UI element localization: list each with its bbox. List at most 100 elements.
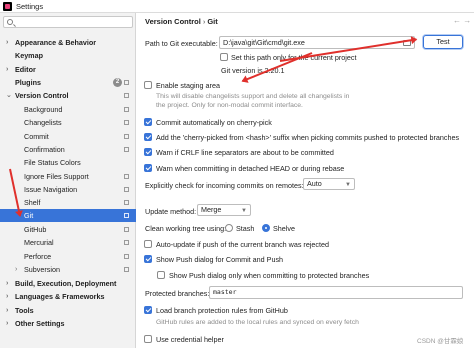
stash-radio[interactable] xyxy=(225,224,233,232)
load-rules-label: Load branch protection rules from GitHub xyxy=(156,306,288,315)
forward-arrow-icon[interactable]: → xyxy=(463,16,471,25)
settings-search-input[interactable] xyxy=(3,16,133,28)
sidebar-item-github[interactable]: GitHub xyxy=(0,223,136,236)
sidebar-item-label: Changelists xyxy=(24,118,62,127)
test-button[interactable]: Test xyxy=(423,35,463,49)
git-path-value: D:\java\git\Git\cmd\git.exe xyxy=(223,38,305,47)
sidebar-item-label: Other Settings xyxy=(15,319,65,328)
cherry-pick-checkbox[interactable] xyxy=(144,118,152,126)
sidebar-item-ignore-files[interactable]: Ignore Files Support xyxy=(0,170,136,183)
search-icon xyxy=(7,19,13,25)
app-logo-icon xyxy=(3,2,12,11)
sidebar-item-subversion[interactable]: › Subversion xyxy=(0,263,136,276)
chevron-right-icon: › xyxy=(6,39,9,46)
cherry-suffix-checkbox[interactable] xyxy=(144,133,152,141)
sidebar-item-shelf[interactable]: Shelf xyxy=(0,196,136,209)
plugins-update-badge: 2 xyxy=(113,78,122,87)
sidebar-item-appearance[interactable]: › Appearance & Behavior xyxy=(0,36,136,49)
clean-tree-label: Clean working tree using: xyxy=(145,224,227,233)
breadcrumb-git: Git xyxy=(207,17,218,26)
chevron-right-icon: › xyxy=(6,307,9,314)
sidebar-item-plugins[interactable]: Plugins 2 xyxy=(0,76,136,89)
sidebar-item-label: Languages & Frameworks xyxy=(15,292,105,301)
push-dialog-checkbox[interactable] xyxy=(144,255,152,263)
sidebar-item-mercurial[interactable]: Mercurial xyxy=(0,236,136,249)
sidebar-item-label: Version Control xyxy=(15,91,69,100)
sidebar-item-issue-navigation[interactable]: Issue Navigation xyxy=(0,183,136,196)
shelve-radio[interactable] xyxy=(262,224,270,232)
staging-area-checkbox[interactable] xyxy=(144,81,152,89)
project-scope-icon xyxy=(124,120,129,125)
stash-label: Stash xyxy=(236,224,255,233)
sidebar-item-label: Commit xyxy=(24,132,49,141)
sidebar-item-background[interactable]: Background xyxy=(0,103,136,116)
push-protected-checkbox[interactable] xyxy=(157,271,165,279)
sidebar-item-label: Build, Execution, Deployment xyxy=(15,279,117,288)
credential-helper-checkbox[interactable] xyxy=(144,335,152,343)
sidebar-item-other-settings[interactable]: › Other Settings xyxy=(0,317,136,330)
project-scope-icon xyxy=(124,107,129,112)
git-settings-panel: Version Control › Git ← → Path to Git exec… xyxy=(137,13,474,348)
sidebar-item-file-status-colors[interactable]: File Status Colors xyxy=(0,156,136,169)
auto-update-label: Auto-update if push of the current branc… xyxy=(156,240,330,249)
sidebar-item-tools[interactable]: › Tools xyxy=(0,304,136,317)
project-scope-icon xyxy=(124,254,129,259)
protected-branches-field[interactable]: master xyxy=(209,286,463,299)
incoming-commits-dropdown[interactable]: Auto ▼ xyxy=(303,178,355,190)
detached-head-checkbox[interactable] xyxy=(144,164,152,172)
sidebar-item-label: File Status Colors xyxy=(24,158,81,167)
sidebar-item-label: Confirmation xyxy=(24,145,65,154)
title-bar: Settings xyxy=(0,0,474,13)
project-scope-icon xyxy=(124,213,129,218)
chevron-down-icon: ⌄ xyxy=(6,92,12,99)
settings-sidebar: › Appearance & Behavior Keymap › Editor … xyxy=(0,13,136,348)
project-scope-icon xyxy=(124,227,129,232)
cherry-suffix-label: Add the 'cherry-picked from <hash>' suff… xyxy=(156,133,460,142)
sidebar-item-commit[interactable]: Commit xyxy=(0,130,136,143)
shelve-label: Shelve xyxy=(273,224,295,233)
window-title: Settings xyxy=(16,2,44,11)
sidebar-item-label: Background xyxy=(24,105,63,114)
chevron-down-icon: ▼ xyxy=(241,208,247,214)
sidebar-item-keymap[interactable]: Keymap xyxy=(0,49,136,62)
sidebar-item-version-control[interactable]: ⌄ Version Control xyxy=(0,89,136,102)
sidebar-item-label: Keymap xyxy=(15,51,43,60)
breadcrumb: Version Control › Git xyxy=(145,17,218,26)
load-rules-checkbox[interactable] xyxy=(144,306,152,314)
sidebar-item-label: Ignore Files Support xyxy=(24,172,89,181)
sidebar-item-label: Issue Navigation xyxy=(24,185,78,194)
chevron-right-icon: › xyxy=(6,280,9,287)
project-only-checkbox[interactable] xyxy=(220,53,228,61)
staging-area-label: Enable staging area xyxy=(156,81,220,90)
sidebar-item-build[interactable]: › Build, Execution, Deployment xyxy=(0,277,136,290)
back-arrow-icon[interactable]: ← xyxy=(453,16,461,25)
chevron-right-icon: › xyxy=(6,293,9,300)
sidebar-item-perforce[interactable]: Perforce xyxy=(0,250,136,263)
sidebar-item-label: Tools xyxy=(15,306,34,315)
chevron-right-icon: › xyxy=(6,320,9,327)
project-scope-icon xyxy=(124,174,129,179)
update-method-dropdown[interactable]: Merge ▼ xyxy=(197,204,251,216)
watermark-text: CSDN @甘霖娘 xyxy=(417,338,464,345)
staging-hint-line1: This will disable changelists support an… xyxy=(156,93,350,100)
auto-update-checkbox[interactable] xyxy=(144,240,152,248)
push-dialog-label: Show Push dialog for Commit and Push xyxy=(156,255,284,264)
sidebar-item-editor[interactable]: › Editor xyxy=(0,63,136,76)
sidebar-item-label: GitHub xyxy=(24,225,47,234)
cherry-pick-label: Commit automatically on cherry-pick xyxy=(156,118,272,127)
project-scope-icon xyxy=(124,187,129,192)
sidebar-item-label: Shelf xyxy=(24,198,41,207)
sidebar-item-confirmation[interactable]: Confirmation xyxy=(0,143,136,156)
chevron-right-icon: › xyxy=(15,266,18,273)
sidebar-item-changelists[interactable]: Changelists xyxy=(0,116,136,129)
project-scope-icon xyxy=(124,134,129,139)
project-scope-icon xyxy=(124,147,129,152)
load-rules-hint: GitHub rules are added to the local rule… xyxy=(156,319,359,326)
crlf-checkbox[interactable] xyxy=(144,148,152,156)
push-protected-label: Show Push dialog only when committing to… xyxy=(169,271,370,280)
sidebar-item-label: Git xyxy=(24,211,34,220)
update-method-label: Update method: xyxy=(145,207,197,216)
sidebar-item-languages[interactable]: › Languages & Frameworks xyxy=(0,290,136,303)
breadcrumb-version-control[interactable]: Version Control xyxy=(145,17,201,26)
protected-branches-label: Protected branches: xyxy=(145,289,210,298)
